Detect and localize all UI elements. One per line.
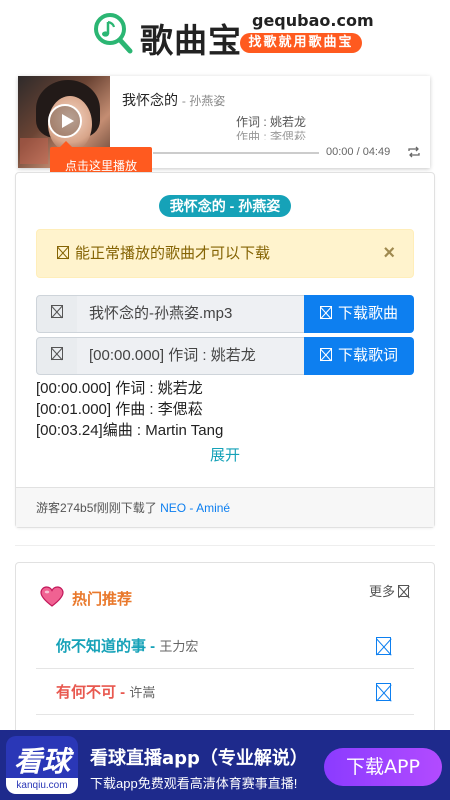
download-alert: 能正常播放的歌曲才可以下载 × (36, 229, 414, 278)
download-song-button[interactable]: 下载歌曲 (304, 295, 414, 333)
song-artist: 许嵩 (129, 685, 156, 700)
alert-text: 能正常播放的歌曲才可以下载 (75, 245, 271, 262)
song-badge: 我怀念的 - 孙燕姿 (159, 195, 291, 217)
playback-time: 00:00 / 04:49 (326, 146, 391, 158)
more-link[interactable]: 更多 (369, 581, 410, 600)
download-icon[interactable] (376, 637, 397, 659)
next-lyric-line: 作曲 : 李偲菘 (236, 130, 307, 140)
ad-subtitle: 下载app免费观看高清体育赛事直播! (90, 776, 298, 791)
file-icon (51, 347, 63, 360)
ad-title: 看球直播app（专业解说） (90, 748, 308, 769)
song-filename-field[interactable]: 我怀念的-孙燕姿.mp3 (77, 295, 305, 333)
progress-bar[interactable] (153, 152, 319, 154)
heart-icon (40, 586, 64, 607)
download-song-label: 下载歌曲 (337, 305, 398, 322)
recent-download-text: 游客274b5f刚刚下载了 (36, 501, 157, 515)
music-file-icon (36, 295, 78, 333)
lyrics-line: [00:00.000] 作词 : 姚若龙 (36, 380, 203, 397)
hot-song-name[interactable]: 有何不可 - 许嵩 (56, 671, 155, 715)
expand-lyrics-link[interactable]: 展开 (0, 444, 450, 465)
warning-icon (57, 246, 69, 259)
download-icon (319, 306, 332, 319)
list-item[interactable]: 你不知道的事 - 王力宏 (36, 625, 414, 669)
download-box-icon (376, 637, 391, 655)
ad-banner[interactable]: 看球 kanqiu.com 看球直播app（专业解说） 下载app免费观看高清体… (0, 730, 450, 800)
download-lyrics-label: 下载歌词 (337, 347, 398, 364)
play-button[interactable] (48, 104, 82, 138)
lyrics-line: [00:01.000] 作曲 : 李偲菘 (36, 401, 203, 418)
download-icon (319, 348, 332, 361)
site-slogan: 找歌就用歌曲宝 (240, 33, 362, 53)
site-header: 歌曲宝 gequbao.com 找歌就用歌曲宝 (0, 0, 450, 66)
repeat-icon[interactable] (407, 145, 421, 159)
separator: - (146, 638, 160, 655)
more-arrow-icon (398, 585, 410, 597)
separator: - (116, 684, 130, 701)
song-artist: 王力宏 (159, 639, 199, 654)
ad-logo-domain: kanqiu.com (6, 778, 78, 794)
ad-logo[interactable]: 看球 kanqiu.com (6, 736, 78, 794)
ad-download-button[interactable]: 下载APP (324, 748, 442, 786)
download-icon[interactable] (376, 683, 397, 705)
track-artist: - 孙燕姿 (181, 94, 226, 108)
more-label: 更多 (369, 584, 396, 599)
close-icon[interactable]: × (383, 230, 395, 277)
logo-music-search-icon[interactable] (93, 12, 133, 54)
song-name: 有何不可 (56, 684, 117, 701)
lyrics-line: [00:03.24]编曲 : Martin Tang (36, 422, 224, 439)
list-item[interactable]: 有何不可 - 许嵩 (36, 671, 414, 715)
track-info: 我怀念的 - 孙燕姿 (122, 90, 225, 110)
recent-download-link[interactable]: NEO - Aminé (160, 501, 230, 515)
hot-song-name[interactable]: 你不知道的事 - 王力宏 (56, 625, 198, 669)
lyrics-file-icon (36, 337, 78, 375)
download-song-row: 我怀念的-孙燕姿.mp3 下载歌曲 (36, 295, 414, 333)
lyrics-preview: [00:00.000] 作词 : 姚若龙 [00:01.000] 作曲 : 李偲… (36, 378, 414, 441)
download-lyrics-row: [00:00.000] 作词 : 姚若龙 下载歌词 (36, 337, 414, 375)
file-icon (51, 305, 63, 318)
cover-art-text (20, 138, 48, 164)
song-name: 你不知道的事 (56, 638, 147, 655)
recent-download-note: 游客274b5f刚刚下载了 NEO - Aminé (16, 487, 434, 527)
ad-logo-text: 看球 (13, 745, 70, 778)
site-title[interactable]: 歌曲宝 (140, 14, 242, 62)
download-lyrics-button[interactable]: 下载歌词 (304, 337, 414, 375)
lyrics-field[interactable]: [00:00.000] 作词 : 姚若龙 (77, 337, 305, 375)
hot-recommend-title: 热门推荐 (72, 591, 133, 608)
site-domain: gequbao.com (252, 11, 374, 30)
section-divider (15, 545, 435, 546)
track-title: 我怀念的 (122, 92, 178, 108)
download-box-icon (376, 683, 391, 701)
